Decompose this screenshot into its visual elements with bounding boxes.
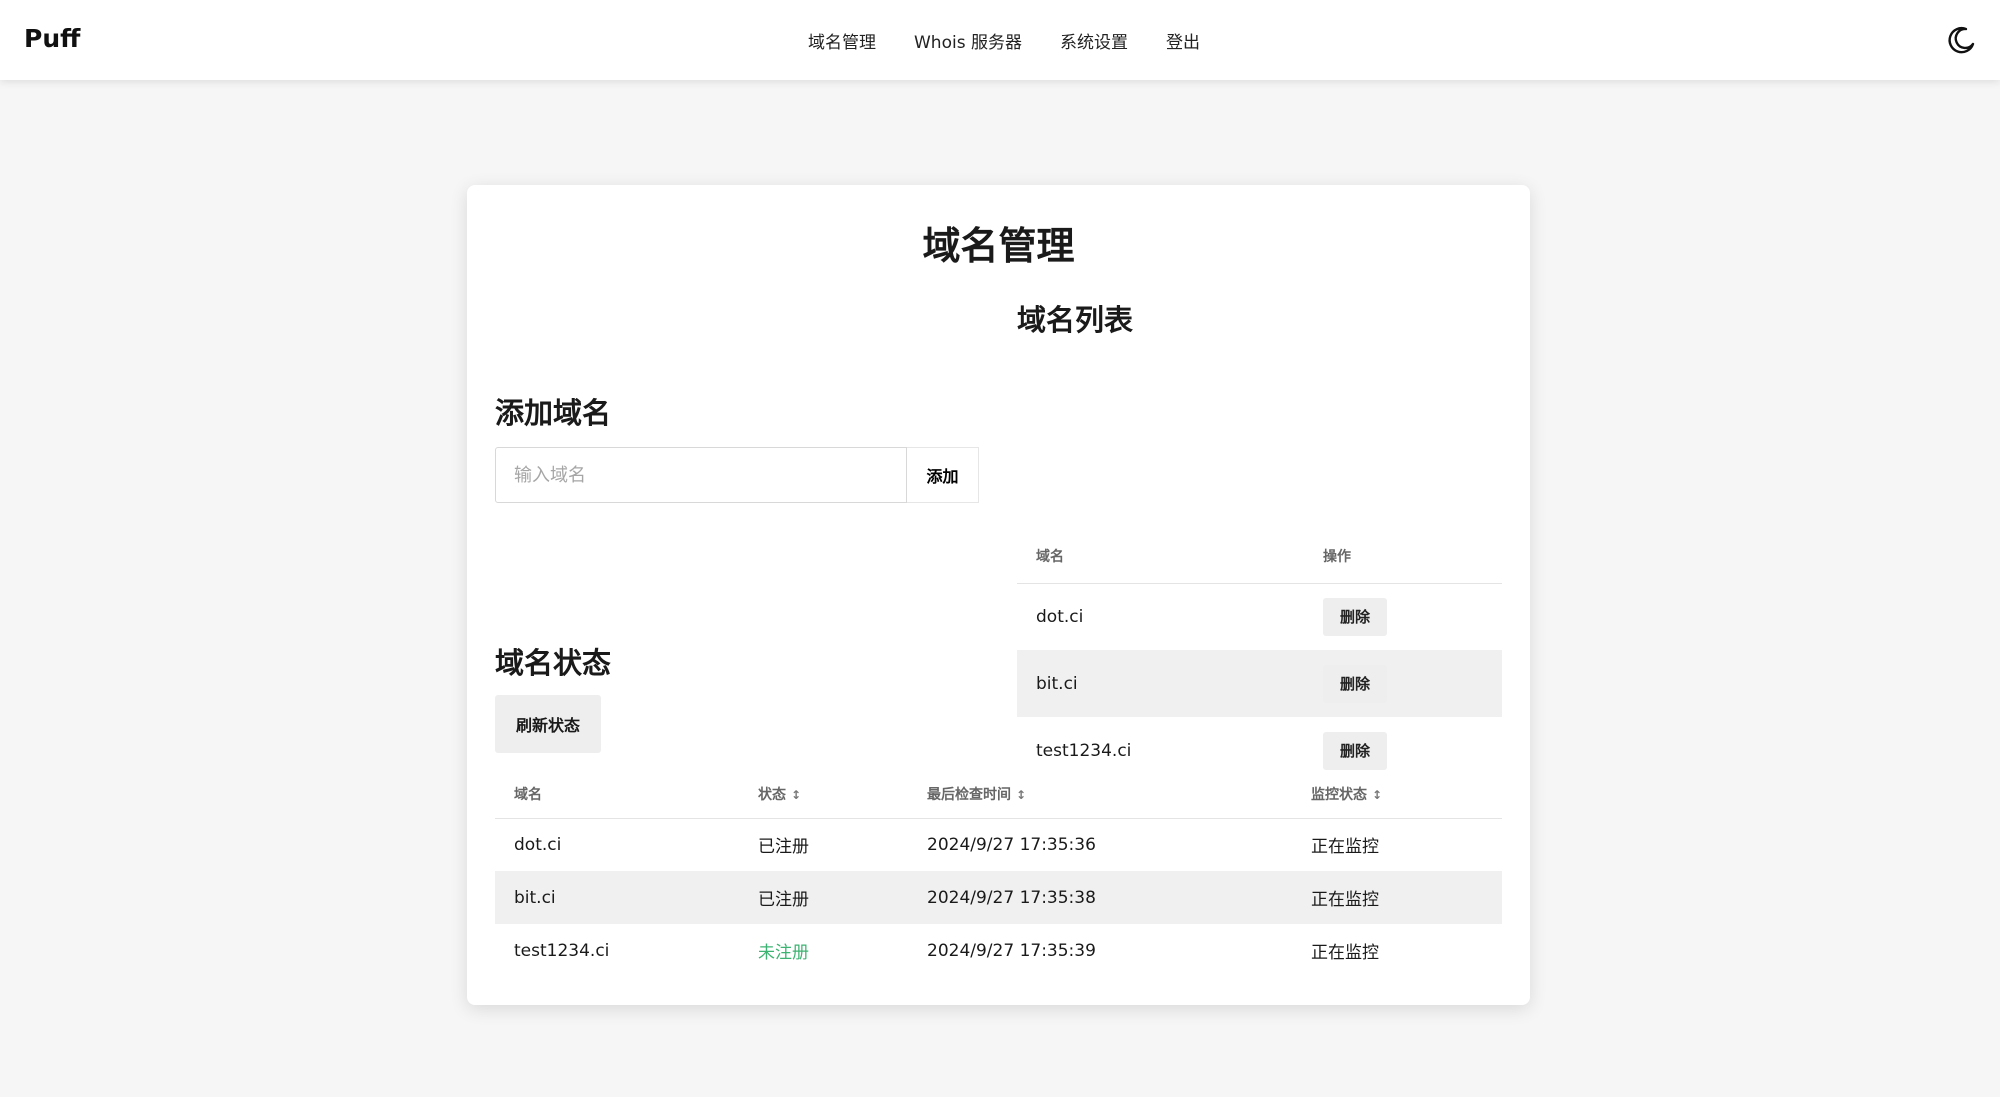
monitor-status-cell: 正在监控	[1292, 871, 1502, 924]
last-check-cell: 2024/9/27 17:35:38	[908, 871, 1292, 924]
add-domain-button[interactable]: 添加	[907, 447, 979, 503]
refresh-status-button[interactable]: 刷新状态	[495, 695, 601, 753]
table-row: dot.ci 已注册 2024/9/27 17:35:36 正在监控	[495, 818, 1502, 871]
sort-icon: ↕	[1016, 788, 1026, 802]
table-row: bit.ci 删除	[1017, 650, 1502, 717]
delete-button[interactable]: 删除	[1323, 665, 1387, 703]
sort-icon: ↕	[791, 788, 801, 802]
column-header-status[interactable]: 状态↕	[739, 770, 908, 818]
domain-status-table: 域名 状态↕ 最后检查时间↕ 监控状态↕ dot.ci 已注册 2024/9/2…	[495, 770, 1502, 977]
domain-list-title: 域名列表	[1017, 297, 1133, 339]
column-header-domain: 域名	[1017, 530, 1304, 583]
moon-icon	[1946, 24, 1978, 56]
status-cell: 已注册	[739, 871, 908, 924]
domain-cell: test1234.ci	[495, 924, 739, 977]
add-domain-form: 添加	[495, 447, 979, 503]
domain-status-title: 域名状态	[495, 640, 611, 682]
status-cell: 未注册	[739, 924, 908, 977]
column-header-monitor-status[interactable]: 监控状态↕	[1292, 770, 1502, 818]
table-row: dot.ci 删除	[1017, 583, 1502, 650]
monitor-status-cell: 正在监控	[1292, 924, 1502, 977]
delete-button[interactable]: 删除	[1323, 732, 1387, 770]
table-row: bit.ci 已注册 2024/9/27 17:35:38 正在监控	[495, 871, 1502, 924]
domain-cell: bit.ci	[1017, 650, 1304, 717]
delete-button[interactable]: 删除	[1323, 598, 1387, 636]
domain-management-card: 域名管理 添加域名 添加 域名列表 域名 操作 dot.ci 删除 bit.ci…	[467, 185, 1530, 1005]
table-header-row: 域名 操作	[1017, 530, 1502, 583]
column-header-domain: 域名	[495, 770, 739, 818]
column-header-last-check[interactable]: 最后检查时间↕	[908, 770, 1292, 818]
domain-cell: bit.ci	[495, 871, 739, 924]
page-title: 域名管理	[467, 215, 1530, 270]
domain-input[interactable]	[495, 447, 907, 503]
last-check-cell: 2024/9/27 17:35:39	[908, 924, 1292, 977]
sort-icon: ↕	[1372, 788, 1382, 802]
table-header-row: 域名 状态↕ 最后检查时间↕ 监控状态↕	[495, 770, 1502, 818]
nav-item-system-settings[interactable]: 系统设置	[1060, 28, 1128, 53]
status-cell: 已注册	[739, 818, 908, 871]
column-header-action: 操作	[1304, 530, 1502, 583]
nav-item-whois-servers[interactable]: Whois 服务器	[914, 28, 1022, 53]
domain-cell: dot.ci	[1017, 583, 1304, 650]
top-navbar: Puff 域名管理 Whois 服务器 系统设置 登出	[0, 0, 2000, 80]
theme-toggle-button[interactable]	[1946, 24, 1978, 56]
nav-item-logout[interactable]: 登出	[1166, 28, 1200, 53]
table-row: test1234.ci 未注册 2024/9/27 17:35:39 正在监控	[495, 924, 1502, 977]
monitor-status-cell: 正在监控	[1292, 818, 1502, 871]
domain-list-table: 域名 操作 dot.ci 删除 bit.ci 删除 test1234.ci 删除	[1017, 530, 1502, 784]
nav-item-domain-management[interactable]: 域名管理	[808, 28, 876, 53]
main-nav: 域名管理 Whois 服务器 系统设置 登出	[808, 28, 1238, 53]
add-domain-title: 添加域名	[495, 390, 611, 432]
last-check-cell: 2024/9/27 17:35:36	[908, 818, 1292, 871]
brand-logo[interactable]: Puff	[24, 24, 80, 53]
domain-cell: dot.ci	[495, 818, 739, 871]
